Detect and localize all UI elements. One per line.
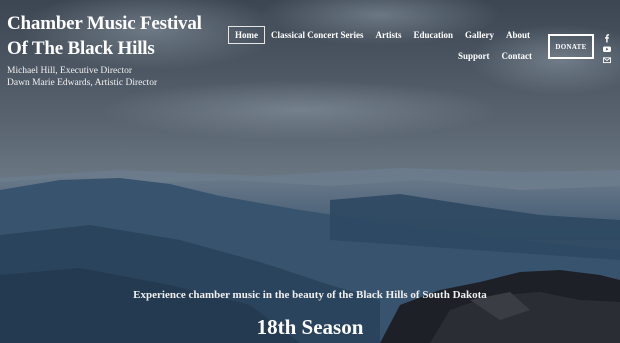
facebook-icon[interactable] [602,30,612,43]
hero-tagline: Experience chamber music in the beauty o… [133,289,487,301]
site-title[interactable]: Chamber Music Festival Of The Black Hill… [7,11,207,61]
nav-support[interactable]: Support [452,48,496,64]
social-links [602,30,612,64]
nav-artists[interactable]: Artists [369,27,407,43]
nav-contact[interactable]: Contact [496,48,539,64]
site-title-line1[interactable]: Chamber Music Festival [7,13,202,34]
season-heading: 18th Season [256,315,364,339]
nav-classical-concert-series[interactable]: Classical Concert Series [265,27,369,43]
nav-about[interactable]: About [500,27,536,43]
nav-gallery[interactable]: Gallery [459,27,500,43]
site-brand: Chamber Music Festival Of The Black Hill… [7,11,207,89]
main-navigation: Home Classical Concert Series Artists Ed… [228,25,538,66]
nav-education[interactable]: Education [407,27,459,43]
email-icon[interactable] [602,52,612,64]
nav-home[interactable]: Home [228,26,265,44]
youtube-icon[interactable] [602,41,612,52]
artistic-director: Dawn Marie Edwards, Artistic Director [7,78,158,88]
donate-button[interactable]: DONATE [548,34,594,59]
site-title-line2[interactable]: Of The Black Hills [7,38,155,59]
executive-director: Michael Hill, Executive Director [7,66,133,76]
